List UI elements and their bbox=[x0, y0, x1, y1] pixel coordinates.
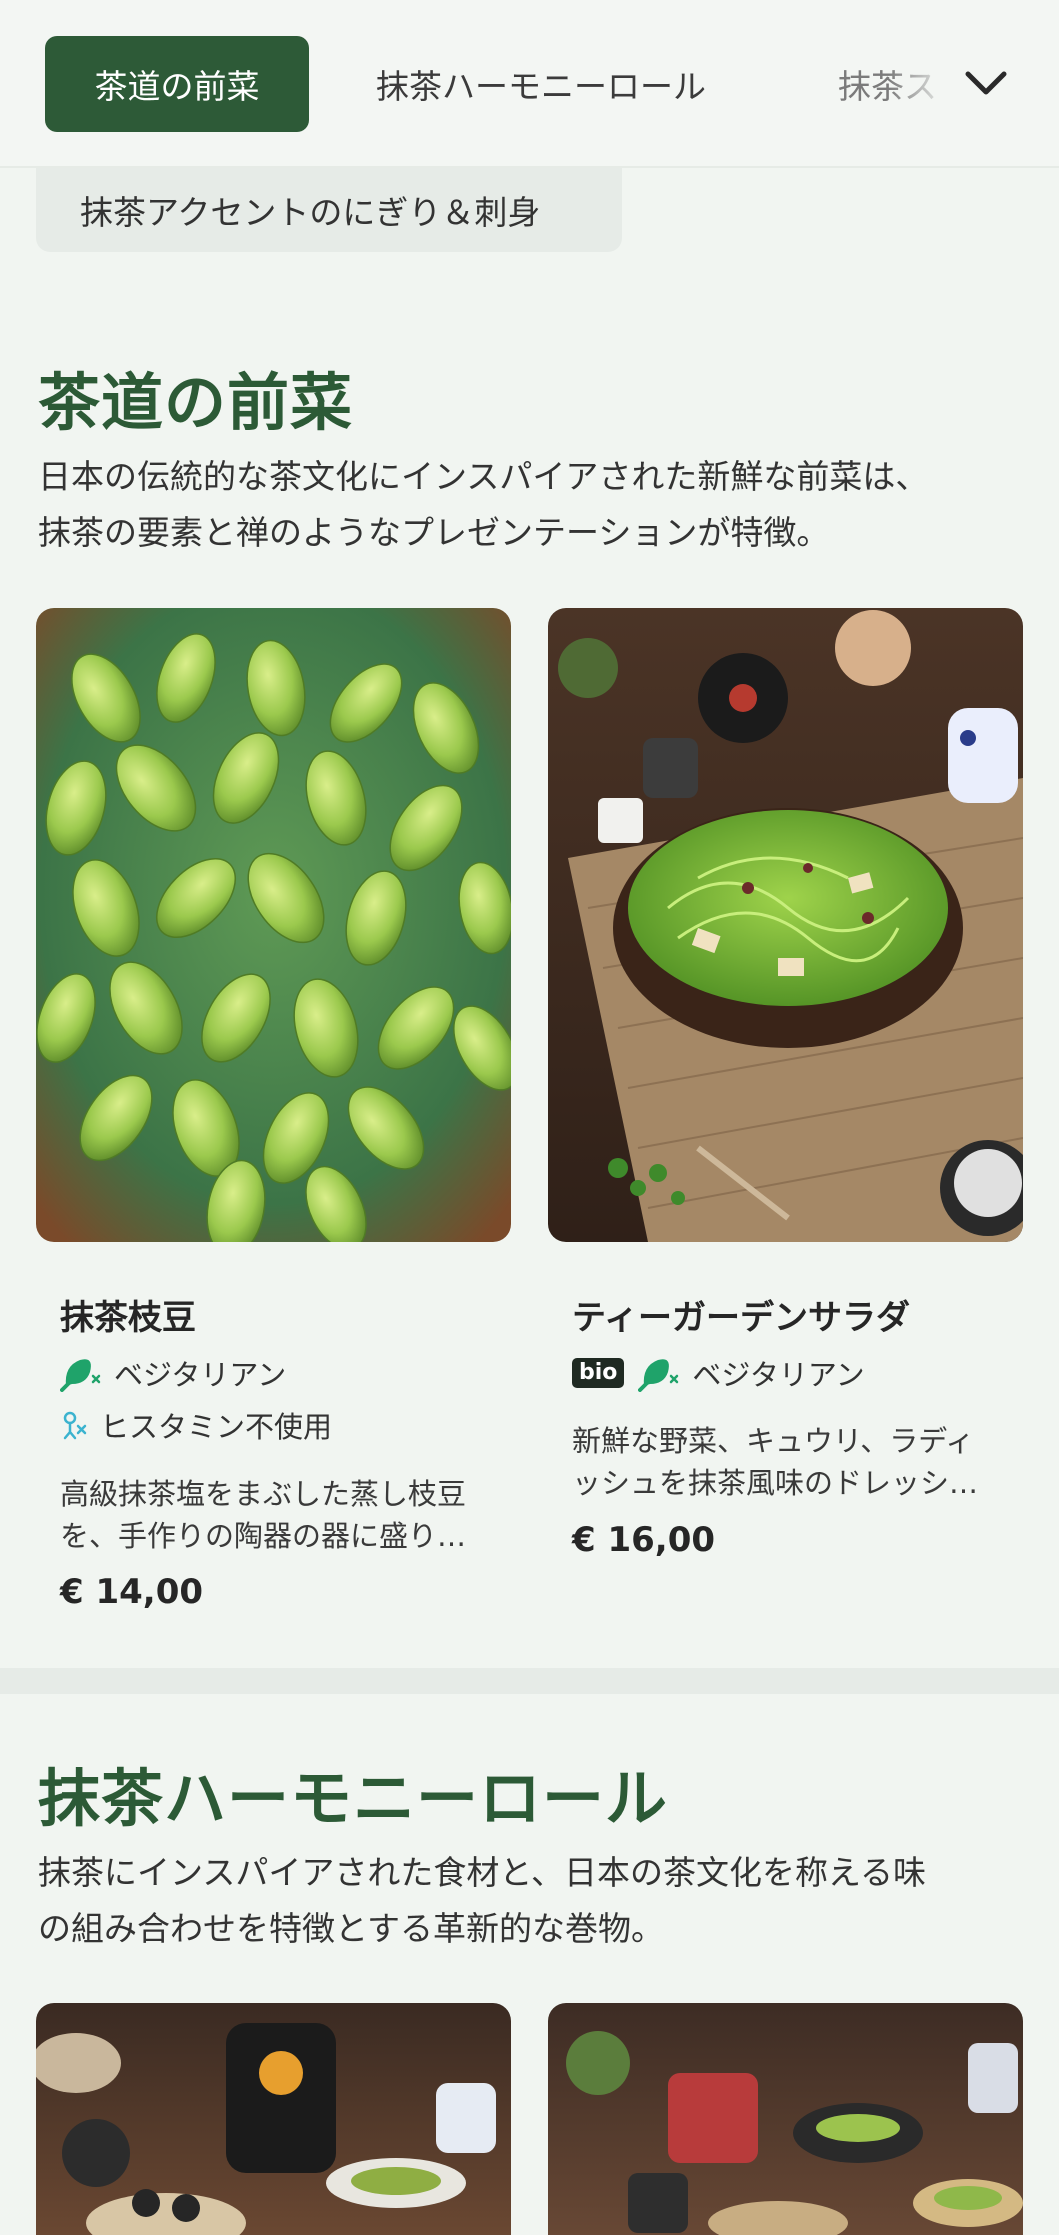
dietary-tag-vegetarian: bio ベジタリアン bbox=[572, 1352, 865, 1394]
product-price: € 16,00 bbox=[572, 1520, 716, 1560]
section-title: 茶道の前菜 bbox=[38, 366, 354, 439]
product-description: 高級抹茶塩をまぶした蒸し枝豆 を、手作りの陶器の器に盛り… bbox=[60, 1473, 500, 1557]
chevron-down-icon[interactable] bbox=[962, 62, 1010, 102]
bio-badge: bio bbox=[572, 1358, 625, 1388]
description-line: の組み合わせを特徴とする革新的な巻物。 bbox=[38, 1909, 665, 1948]
section-divider bbox=[0, 1668, 1059, 1694]
tab-tea-ceremony-appetizers[interactable]: 茶道の前菜 bbox=[45, 36, 309, 132]
tab-partial-next[interactable]: 抹茶ス bbox=[838, 36, 950, 132]
dietary-tag-histamine-free: ヒスタミン不使用 bbox=[60, 1404, 332, 1446]
dietary-tag-vegetarian: ベジタリアン bbox=[60, 1352, 286, 1394]
category-tab-bar: 茶道の前菜 抹茶ハーモニーロール 抹茶ス bbox=[0, 0, 1059, 168]
histamine-free-icon bbox=[63, 1411, 87, 1440]
edamame-image[interactable] bbox=[36, 608, 511, 1242]
description-line: 高級抹茶塩をまぶした蒸し枝豆 bbox=[60, 1477, 467, 1511]
section-description: 抹茶にインスパイアされた食材と、日本の茶文化を称える味 の組み合わせを特徴とする… bbox=[38, 1845, 1028, 1957]
description-line: 抹茶にインスパイアされた食材と、日本の茶文化を称える味 bbox=[38, 1853, 927, 1892]
edamame-photo-icon bbox=[36, 608, 511, 1242]
description-line: ッシュを抹茶風味のドレッシ… bbox=[572, 1466, 979, 1500]
description-line: 抹茶の要素と禅のようなプレゼンテーションが特徴。 bbox=[38, 513, 830, 552]
tag-label: ベジタリアン bbox=[114, 1358, 287, 1392]
roll-image-1[interactable] bbox=[36, 2003, 511, 2235]
leaf-drumstick-icon bbox=[638, 1359, 679, 1392]
roll-image-2[interactable] bbox=[548, 2003, 1023, 2235]
description-line: を、手作りの陶器の器に盛り… bbox=[60, 1519, 467, 1553]
description-line: 日本の伝統的な茶文化にインスパイアされた新鮮な前菜は、 bbox=[38, 457, 929, 496]
sushi-roll-photo-icon bbox=[548, 2003, 1023, 2235]
tag-label: ヒスタミン不使用 bbox=[100, 1410, 333, 1444]
product-name[interactable]: ティーガーデンサラダ bbox=[572, 1290, 910, 1339]
tag-label: ベジタリアン bbox=[692, 1358, 865, 1392]
leaf-drumstick-icon bbox=[60, 1359, 101, 1392]
category-chip-nigiri-sashimi[interactable]: 抹茶アクセントのにぎり＆刺身 bbox=[36, 168, 622, 252]
description-line: 新鮮な野菜、キュウリ、ラディ bbox=[572, 1424, 975, 1458]
salad-photo-icon bbox=[548, 608, 1023, 1242]
tea-garden-salad-image[interactable] bbox=[548, 608, 1023, 1242]
tab-matcha-harmony-rolls[interactable]: 抹茶ハーモニーロール bbox=[376, 36, 706, 132]
section-title: 抹茶ハーモニーロール bbox=[38, 1762, 669, 1835]
product-price: € 14,00 bbox=[60, 1572, 204, 1612]
section-description: 日本の伝統的な茶文化にインスパイアされた新鮮な前菜は、 抹茶の要素と禅のようなプ… bbox=[38, 449, 1028, 561]
sushi-roll-photo-icon bbox=[36, 2003, 511, 2235]
product-name[interactable]: 抹茶枝豆 bbox=[60, 1290, 196, 1339]
product-description: 新鮮な野菜、キュウリ、ラディ ッシュを抹茶風味のドレッシ… bbox=[572, 1420, 1012, 1504]
